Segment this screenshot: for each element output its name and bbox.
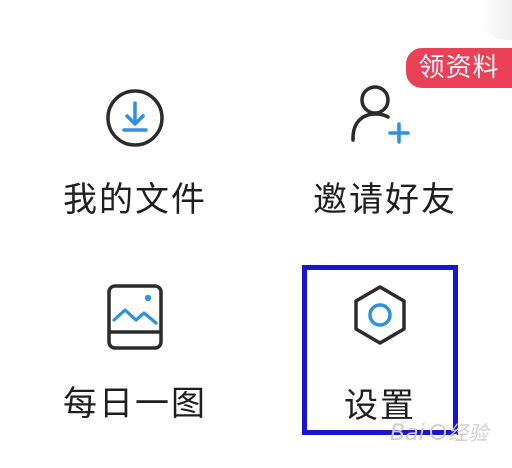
daily-picture-label: 每日一图: [63, 384, 207, 424]
my-files-button[interactable]: 我的文件: [50, 70, 220, 240]
svg-text:经验: 经验: [448, 421, 491, 445]
corner-fade: [478, 0, 512, 40]
settings-hexagon-icon: [354, 285, 406, 345]
download-circle-icon: [106, 89, 164, 147]
get-materials-badge[interactable]: 领资料: [406, 48, 512, 88]
my-files-label: 我的文件: [63, 180, 207, 220]
invite-friends-button[interactable]: 邀请好友: [300, 70, 470, 240]
daily-picture-button[interactable]: 每日一图: [50, 270, 220, 440]
svg-text:Bai: Bai: [390, 421, 425, 446]
menu-screen: 我的文件 邀请好友 领资料 每日一图 设置 Bai 经验: [0, 0, 512, 468]
baidu-watermark-logo: Bai 经验: [390, 421, 491, 446]
invite-friends-label: 邀请好友: [313, 180, 457, 220]
add-user-icon: [351, 85, 410, 144]
picture-icon: [107, 284, 163, 350]
